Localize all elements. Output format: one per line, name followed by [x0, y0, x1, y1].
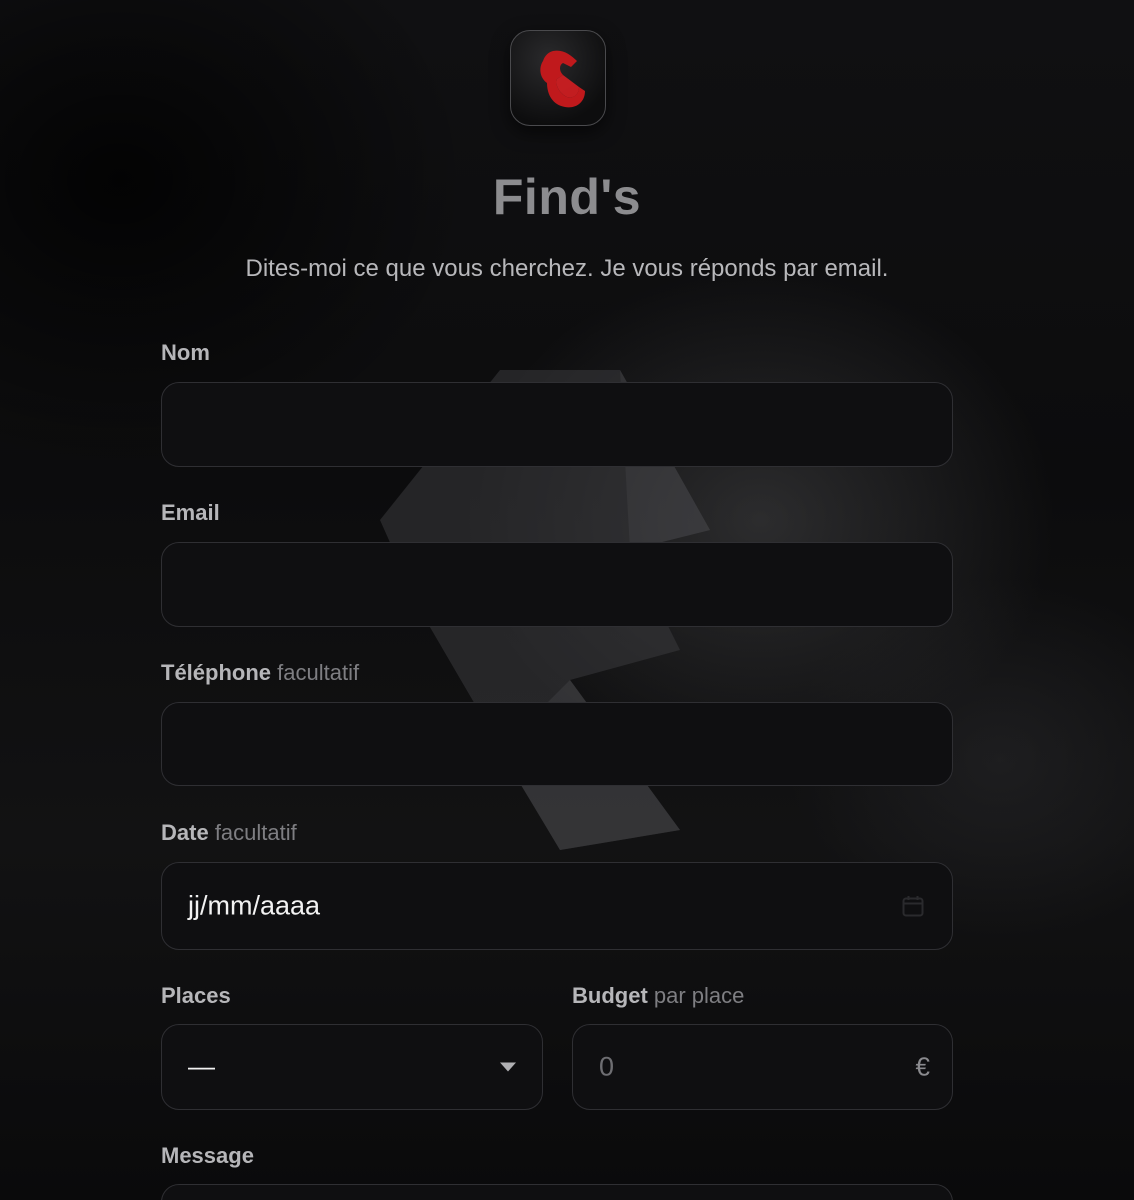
- places-label-text: Places: [161, 983, 231, 1008]
- name-label-text: Nom: [161, 340, 210, 365]
- dropdown-caret-icon: [500, 1062, 516, 1072]
- app-logo: [510, 30, 606, 126]
- date-placeholder: jj/mm/aaaa: [188, 890, 321, 921]
- date-label-text: Date: [161, 820, 209, 845]
- euro-currency-icon: €: [915, 1051, 930, 1082]
- date-input[interactable]: jj/mm/aaaa: [161, 862, 953, 950]
- budget-label-text: Budget: [572, 983, 648, 1008]
- page-title: Find's: [492, 169, 642, 225]
- email-label: Email: [161, 500, 220, 526]
- date-optional-hint: facultatif: [214, 820, 297, 845]
- message-textarea[interactable]: [161, 1184, 953, 1200]
- budget-label: Budget par place: [572, 983, 744, 1009]
- budget-placeholder: 0: [599, 1051, 615, 1082]
- email-label-text: Email: [161, 500, 220, 525]
- phone-optional-hint: facultatif: [277, 660, 360, 685]
- phone-label-text: Téléphone: [161, 660, 272, 685]
- date-label: Date facultatif: [161, 820, 297, 846]
- phone-label: Téléphone facultatif: [161, 660, 359, 686]
- name-label: Nom: [161, 340, 210, 366]
- places-select[interactable]: —: [161, 1024, 543, 1110]
- message-label-text: Message: [161, 1143, 254, 1168]
- calendar-icon[interactable]: [902, 895, 924, 917]
- places-label: Places: [161, 983, 231, 1009]
- message-label: Message: [161, 1143, 254, 1169]
- budget-input[interactable]: 0 €: [572, 1024, 953, 1110]
- email-input[interactable]: [161, 542, 953, 627]
- phone-input[interactable]: [161, 702, 953, 786]
- finds-red-f-icon: [540, 50, 585, 108]
- find-request-page: Find's Dites-moi ce que vous cherchez. J…: [0, 0, 1134, 1200]
- page-subtitle: Dites-moi ce que vous cherchez. Je vous …: [245, 255, 889, 282]
- budget-optional-hint: par place: [653, 983, 745, 1008]
- places-selected-value: —: [188, 1051, 215, 1082]
- name-input[interactable]: [161, 382, 953, 467]
